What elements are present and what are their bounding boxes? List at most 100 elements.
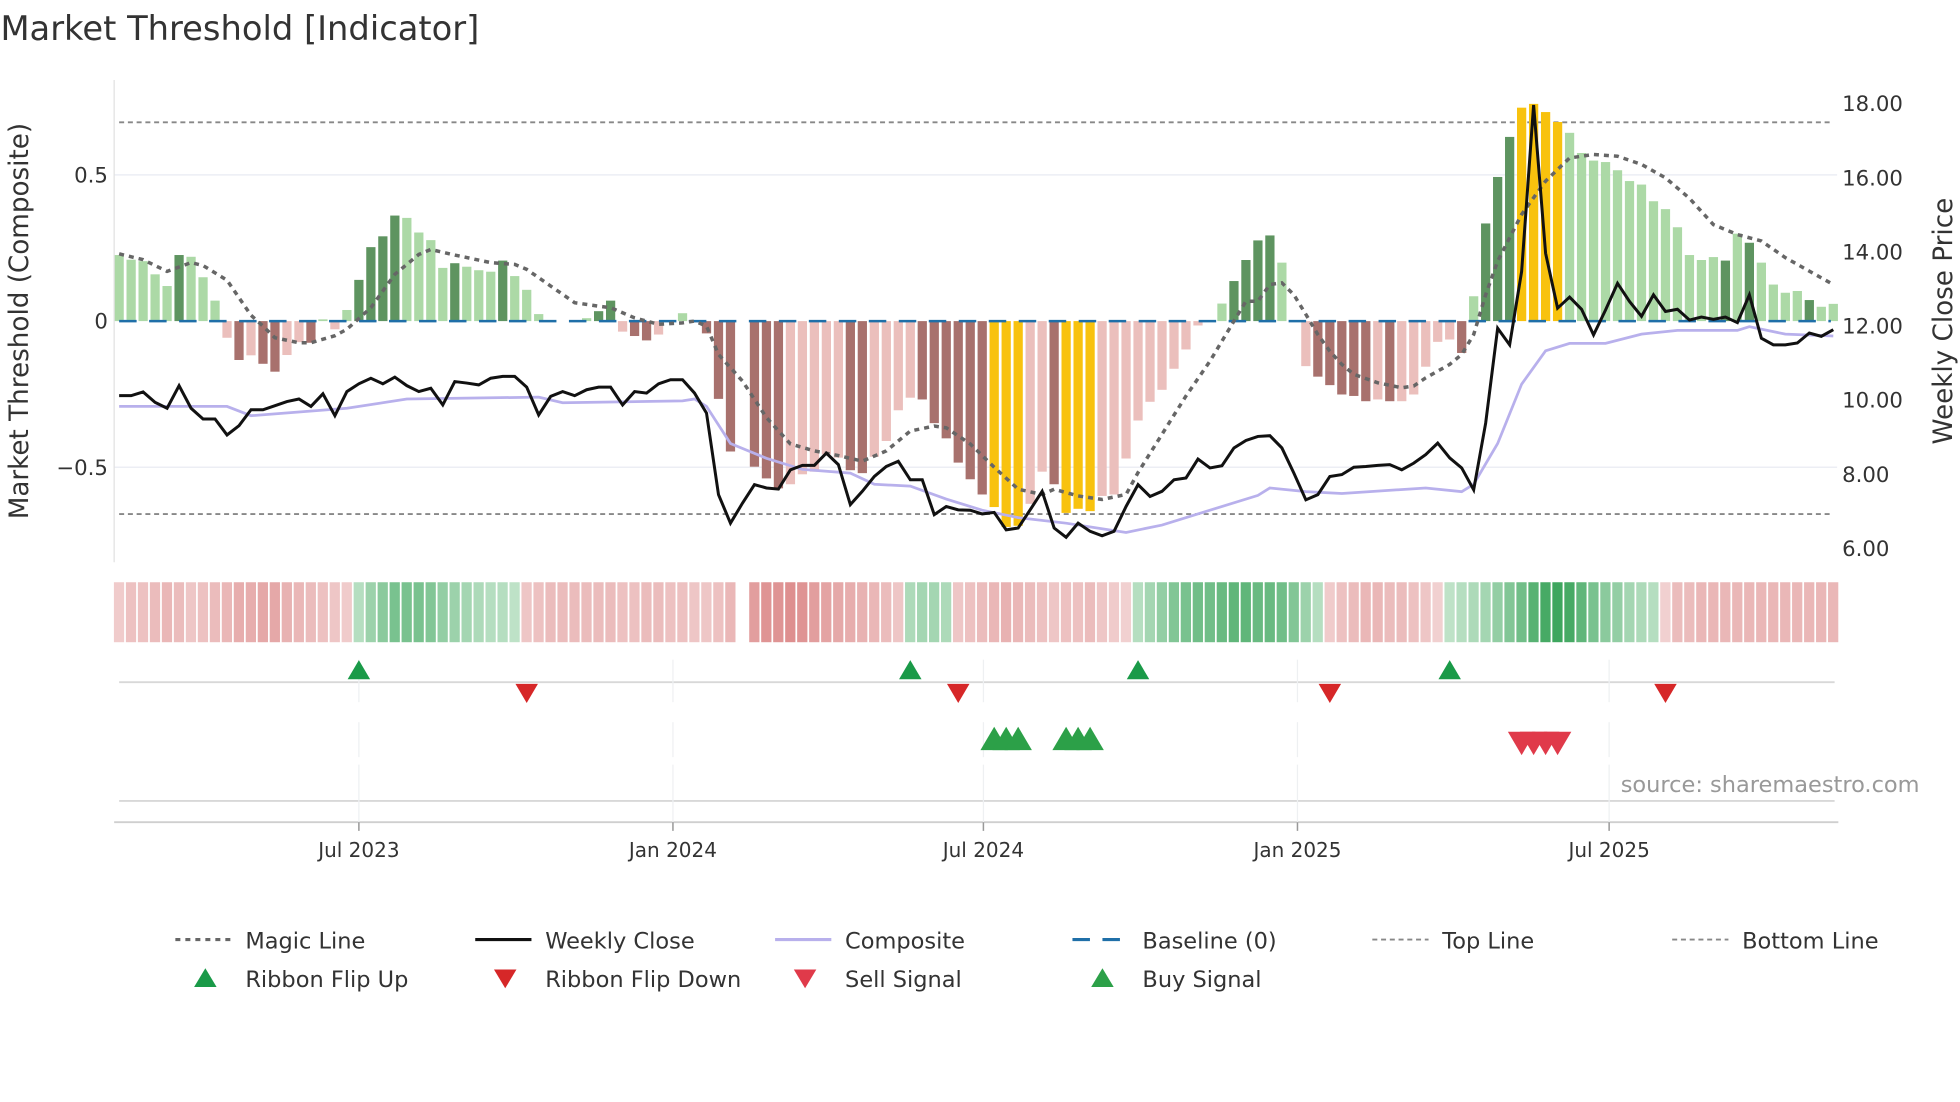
composite-bar (1780, 292, 1790, 322)
composite-bar (1301, 321, 1311, 367)
composite-bar (234, 321, 244, 360)
ribbon-cell (1000, 582, 1012, 643)
composite-bar (1061, 321, 1071, 513)
ribbon-cell (641, 582, 652, 643)
ribbon-cell (929, 582, 940, 643)
legend-item: Baseline (0) (1072, 928, 1277, 954)
composite-bar (1325, 321, 1335, 386)
ribbon-cell (173, 582, 185, 643)
legend-label: Bottom Line (1742, 928, 1878, 954)
ribbon-cell (197, 582, 209, 643)
legend-item: Top Line (1372, 928, 1534, 954)
ribbon-cell (809, 582, 820, 643)
composite-bar (1013, 321, 1023, 526)
ribbon-cell (149, 582, 161, 643)
legend-label: Magic Line (245, 928, 365, 954)
ribbon-cell (1192, 582, 1203, 643)
ribbon-cell (305, 582, 316, 643)
ribbon-cell (976, 582, 988, 643)
composite-bar (198, 277, 208, 322)
legend-label: Buy Signal (1142, 967, 1261, 993)
legend-item: Ribbon Flip Down (493, 967, 741, 993)
magic-line (118, 152, 1835, 502)
ribbon-cell (1396, 582, 1407, 643)
composite-bar (965, 321, 975, 480)
signal-markers (119, 659, 1835, 823)
composite-bar (1576, 152, 1587, 322)
composite-bar (1660, 209, 1671, 322)
ribbon-cell (365, 582, 376, 643)
legend: Magic Line Weekly Close Composite Baseline … (175, 928, 1879, 993)
legend-item: Weekly Close (475, 928, 695, 954)
ribbon-cell (1732, 582, 1743, 643)
ribbon-cell (1264, 582, 1275, 643)
composite-bar (1816, 306, 1826, 322)
ribbon-cell (1588, 582, 1599, 643)
ribbon-cell (1552, 582, 1563, 643)
composite-bar (713, 321, 724, 399)
ribbon-flip-down-marker (1654, 683, 1677, 703)
composite-bar (258, 321, 268, 364)
composite-bar (438, 267, 448, 322)
composite-bar (306, 321, 316, 343)
ribbon-cell (1108, 582, 1120, 643)
ribbon-cell (1804, 582, 1815, 643)
composite-bars (114, 103, 1838, 527)
legend-label: Top Line (1441, 928, 1534, 954)
composite-bar (1373, 321, 1383, 400)
composite-bar (1133, 321, 1143, 421)
ribbon-cell (1420, 582, 1431, 643)
ribbon-cell (533, 582, 544, 643)
ribbon-cell (185, 582, 197, 643)
composite-bar (1397, 321, 1407, 402)
ribbon-cell (881, 582, 892, 643)
ribbon-cell (1600, 582, 1611, 643)
composite-bar (1037, 321, 1047, 472)
ribbon-cell (593, 582, 604, 643)
composite-bar (761, 321, 772, 479)
composite-bar (354, 279, 364, 322)
ribbon-flip-up-marker (347, 660, 371, 680)
legend-label: Sell Signal (845, 967, 962, 993)
ribbon-cell (377, 582, 388, 643)
composite-bar (1804, 300, 1814, 322)
composite-bar (881, 321, 891, 441)
ribbon-cell (1528, 582, 1539, 643)
ribbon-cell (1384, 582, 1395, 643)
composite-bar (785, 321, 796, 485)
ribbon-cell (449, 582, 460, 643)
ribbon-cell (413, 582, 424, 643)
ribbon-cell (269, 582, 280, 643)
ribbon-cell (941, 582, 952, 643)
ribbon-cell (1036, 582, 1048, 643)
composite-bar (1253, 240, 1263, 322)
composite-bar (1469, 296, 1479, 322)
y-tick-label-right: 6.00 (1842, 537, 1889, 562)
ribbon-cell (461, 582, 472, 643)
composite-bar (138, 261, 148, 322)
composite-bar (1217, 303, 1227, 322)
ribbon-cell (653, 582, 664, 643)
composite-bar (1433, 321, 1443, 342)
composite-bar (222, 321, 232, 338)
composite-bar (126, 259, 136, 322)
ribbon-cell (1024, 582, 1036, 643)
composite-bar (833, 321, 843, 458)
ribbon-cell (1240, 582, 1251, 643)
ribbon-cell (389, 582, 400, 643)
composite-bar (989, 321, 999, 508)
ribbon-cell (964, 582, 976, 643)
composite-bar (594, 311, 604, 322)
legend-item: Magic Line (175, 928, 365, 954)
composite-bar (905, 321, 915, 398)
ribbon-cell (497, 582, 508, 643)
ribbon-flip-down-marker (946, 683, 970, 703)
ribbon-cell (869, 582, 880, 643)
ribbon-cell (1096, 582, 1108, 643)
ribbon-cell (545, 582, 556, 643)
ribbon-cell (905, 582, 916, 643)
ribbon-cell (293, 582, 304, 643)
ribbon-cell (952, 582, 964, 643)
composite-bar (1445, 321, 1455, 340)
legend-label: Ribbon Flip Down (545, 967, 741, 993)
